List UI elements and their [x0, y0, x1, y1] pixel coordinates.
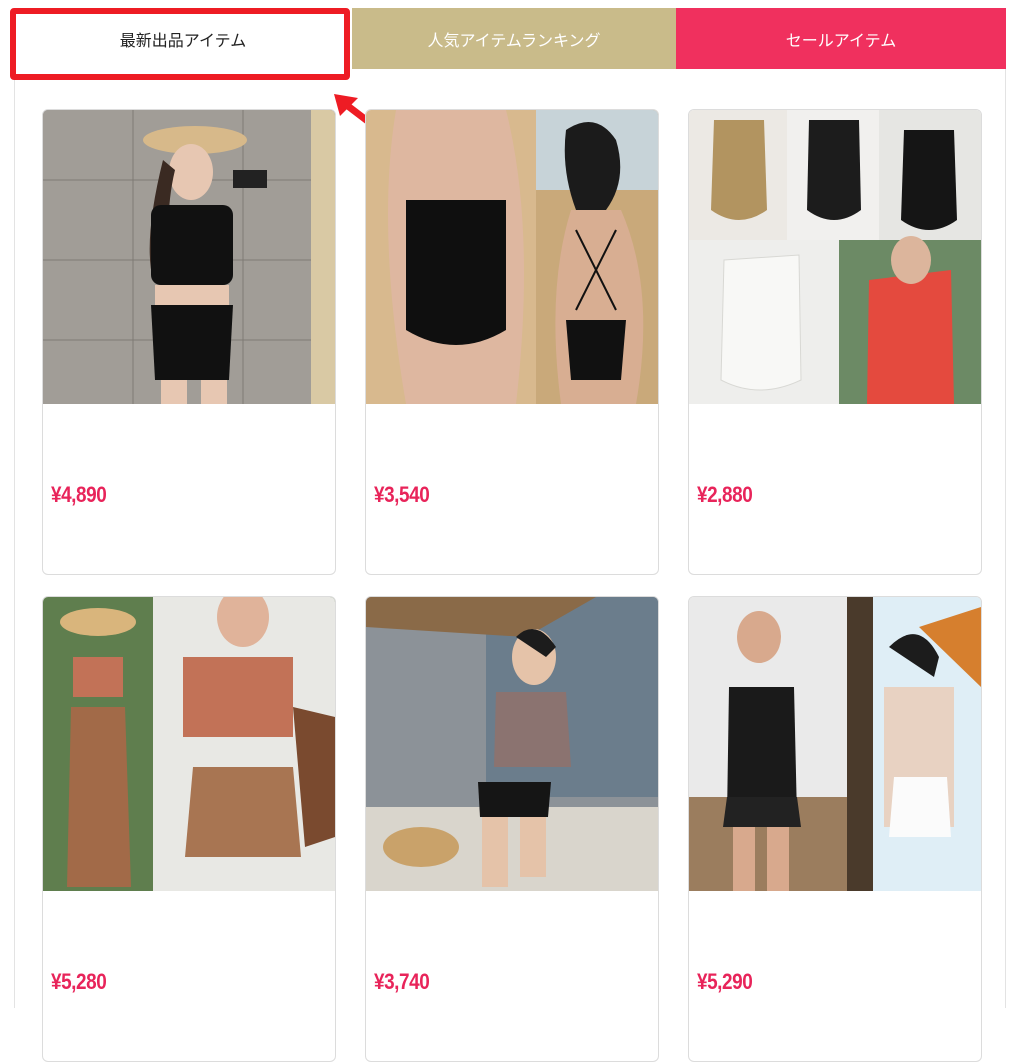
product-price: ¥4,890	[51, 482, 107, 507]
tab-sale[interactable]: セールアイテム	[676, 8, 1006, 69]
product-price: ¥3,740	[374, 969, 430, 994]
product-photo[interactable]	[43, 597, 335, 891]
product-photo[interactable]	[689, 597, 981, 891]
product-price: ¥5,290	[697, 969, 753, 994]
tab-ranking[interactable]: 人気アイテムランキング	[352, 8, 676, 69]
product-price: ¥3,540	[374, 482, 430, 507]
product-photo[interactable]	[366, 597, 658, 891]
product-photo[interactable]	[43, 110, 335, 404]
product-photo[interactable]	[366, 110, 658, 404]
product-photo[interactable]	[689, 110, 981, 404]
product-card[interactable]: ¥5,290	[688, 596, 982, 1062]
product-card[interactable]: ¥4,890	[42, 109, 336, 575]
product-card[interactable]: ¥5,280	[42, 596, 336, 1062]
tab-new-items[interactable]: 最新出品アイテム	[14, 8, 352, 69]
product-card[interactable]: ¥3,540	[365, 109, 659, 575]
product-card[interactable]: ¥3,740	[365, 596, 659, 1062]
product-price: ¥5,280	[51, 969, 107, 994]
item-tabs: 最新出品アイテム 人気アイテムランキング セールアイテム	[14, 8, 1006, 69]
product-card[interactable]: ¥2,880	[688, 109, 982, 575]
product-price: ¥2,880	[697, 482, 753, 507]
